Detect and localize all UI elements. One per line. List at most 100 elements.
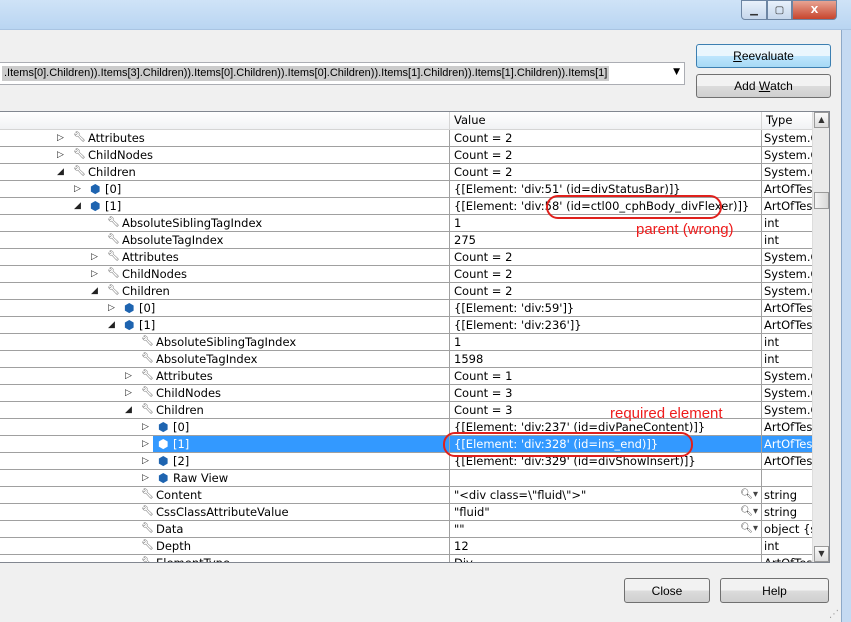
reevaluate-button[interactable]: Reevaluate <box>696 44 831 68</box>
expand-arrow-icon[interactable]: ▷ <box>57 147 64 163</box>
value-cell[interactable]: Count = 3 <box>450 385 762 401</box>
table-row[interactable]: 🔧︎ AbsoluteSiblingTagIndex 1 int <box>0 334 812 351</box>
row-name: AbsoluteSiblingTagIndex <box>122 216 263 230</box>
expand-arrow-icon[interactable]: ▷ <box>142 419 149 435</box>
table-row[interactable]: ◢ 🔧︎Children Count = 2System.C <box>0 283 812 300</box>
window-close-button[interactable]: X <box>792 0 837 20</box>
wrench-property-icon: 🔧︎ <box>73 166 86 177</box>
type-cell: ArtOfTes <box>764 199 812 213</box>
magnifier-visualizer-icon[interactable]: 🔍︎▾ <box>740 487 758 503</box>
header-name[interactable] <box>0 112 450 130</box>
type-cell: string <box>764 505 798 519</box>
value-cell[interactable]: "<div class=\"fluid\">" 🔍︎▾ <box>450 487 762 503</box>
value-cell[interactable]: {[Element: 'div:59']} <box>450 300 762 316</box>
value-cell[interactable]: Count = 2 <box>450 130 762 146</box>
scroll-down-icon[interactable]: ▼ <box>814 546 829 562</box>
resize-grip-icon[interactable]: ⋰ <box>829 609 839 620</box>
type-cell: int <box>764 233 779 247</box>
value-cell[interactable]: Div <box>450 555 762 562</box>
wrench-property-icon: 🔧︎ <box>73 132 86 143</box>
expand-arrow-icon[interactable]: ▷ <box>74 181 81 197</box>
table-row[interactable]: 🔧︎ AbsoluteTagIndex 1598 int <box>0 351 812 368</box>
header-type[interactable]: Type <box>762 112 812 130</box>
collapse-arrow-icon[interactable]: ◢ <box>91 283 98 299</box>
expand-arrow-icon[interactable]: ▷ <box>142 436 149 452</box>
name-cell: ▷ ⬢ [0] <box>0 419 450 435</box>
scroll-thumb[interactable] <box>814 192 829 209</box>
value-cell[interactable]: "fluid" 🔍︎▾ <box>450 504 762 520</box>
expand-arrow-icon[interactable]: ▷ <box>125 385 132 401</box>
table-row[interactable]: 🔧︎ ElementType Div ArtOfTes <box>0 555 812 562</box>
magnifier-visualizer-icon[interactable]: 🔍︎▾ <box>740 521 758 537</box>
value-cell[interactable]: Count = 2 <box>450 249 762 265</box>
help-button[interactable]: Help <box>720 578 829 603</box>
reevaluate-mnemonic: R <box>733 49 742 63</box>
name-cell: ◢ ⬢ [1] <box>0 317 450 333</box>
table-row[interactable]: 🔧︎ Data "" 🔍︎▾ object {s <box>0 521 812 538</box>
expand-arrow-icon[interactable]: ▷ <box>142 453 149 469</box>
name-cell: ▷ 🔧︎ Attributes <box>0 368 450 384</box>
expand-arrow-icon[interactable]: ▷ <box>91 266 98 282</box>
name-cell: 🔧︎ Data <box>0 521 450 537</box>
value-cell[interactable]: Count = 2 <box>450 147 762 163</box>
row-name: [2] <box>173 454 190 468</box>
value-cell[interactable]: Count = 2 <box>450 283 762 299</box>
value-cell[interactable]: Count = 1 <box>450 368 762 384</box>
table-row[interactable]: ◢ 🔧︎Children Count = 2System.C <box>0 164 812 181</box>
row-name: [1] <box>105 199 122 213</box>
maximize-button[interactable]: ▢ <box>767 0 792 20</box>
table-row[interactable]: ▷ 🔧︎Attributes Count = 2System.C <box>0 130 812 147</box>
scroll-up-icon[interactable]: ▲ <box>814 112 829 128</box>
expand-arrow-icon[interactable]: ▷ <box>125 368 132 384</box>
type-cell: ArtOfTes <box>764 454 812 468</box>
collapse-arrow-icon[interactable]: ◢ <box>57 164 64 180</box>
value-cell[interactable]: 12 <box>450 538 762 554</box>
type-cell: ArtOfTes <box>764 420 812 434</box>
object-cube-icon: ⬢ <box>158 420 169 434</box>
annotation-ellipse-parent <box>546 195 722 219</box>
expand-arrow-icon[interactable]: ▷ <box>91 249 98 265</box>
table-row[interactable]: ▷ ⬢ [0] {[Element: 'div:59']} ArtOfTes <box>0 300 812 317</box>
name-cell: ▷ ⬢ [2] <box>0 453 450 469</box>
value-cell[interactable]: "" 🔍︎▾ <box>450 521 762 537</box>
collapse-arrow-icon[interactable]: ◢ <box>74 198 81 214</box>
table-row[interactable]: ◢ ⬢ [1] {[Element: 'div:236']} ArtOfTes <box>0 317 812 334</box>
value-cell[interactable]: Count = 2 <box>450 266 762 282</box>
collapse-arrow-icon[interactable]: ◢ <box>108 317 115 333</box>
object-cube-icon: ⬢ <box>158 454 169 468</box>
table-row[interactable]: ▷ ⬢ Raw View <box>0 470 812 487</box>
table-row[interactable]: 🔧︎ Content "<div class=\"fluid\">" 🔍︎▾ strin… <box>0 487 812 504</box>
add-watch-button[interactable]: Add Watch <box>696 74 831 98</box>
name-cell: 🔧︎ AbsoluteTagIndex <box>0 351 450 367</box>
table-row[interactable]: ▷ 🔧︎ChildNodes Count = 2System.C <box>0 147 812 164</box>
wrench-property-icon: 🔧︎ <box>141 489 154 500</box>
value-cell[interactable]: Count = 2 <box>450 164 762 180</box>
table-row[interactable]: ▷ 🔧︎Attributes Count = 2System.C <box>0 249 812 266</box>
close-button[interactable]: Close <box>624 578 710 603</box>
expand-arrow-icon[interactable]: ▷ <box>57 130 64 146</box>
table-row[interactable]: ▷ 🔧︎Attributes Count = 1System.C <box>0 368 812 385</box>
expression-input[interactable]: .Items[0].Children)).Items[3].Children))… <box>2 66 610 81</box>
object-cube-icon: ⬢ <box>158 437 169 451</box>
value-cell[interactable]: {[Element: 'div:236']} <box>450 317 762 333</box>
magnifier-visualizer-icon[interactable]: 🔍︎▾ <box>740 504 758 520</box>
vertical-scrollbar[interactable]: ▲ ▼ <box>812 112 829 562</box>
table-row[interactable]: 🔧︎ CssClassAttributeValue "fluid" 🔍︎▾ string <box>0 504 812 521</box>
expression-combobox[interactable]: .Items[0].Children)).Items[3].Children))… <box>0 62 685 85</box>
table-row[interactable]: ▷ ⬢ [2] {[Element: 'div:329' (id=divShowIns… <box>0 453 812 470</box>
value-cell[interactable]: 1598 <box>450 351 762 367</box>
header-value[interactable]: Value <box>450 112 762 130</box>
table-row[interactable]: ▷ 🔧︎ChildNodes Count = 2System.C <box>0 266 812 283</box>
expand-arrow-icon[interactable]: ▷ <box>108 300 115 316</box>
table-row[interactable]: ▷ 🔧︎ChildNodes Count = 3System.C <box>0 385 812 402</box>
collapse-arrow-icon[interactable]: ◢ <box>125 402 132 418</box>
table-row[interactable]: 🔧︎ Depth 12 int <box>0 538 812 555</box>
value-cell[interactable] <box>450 470 762 486</box>
dropdown-arrow-icon[interactable]: ▼ <box>673 67 680 77</box>
value-cell[interactable]: 1 <box>450 334 762 350</box>
row-name: Data <box>156 522 184 536</box>
type-cell: int <box>764 216 779 230</box>
expand-arrow-icon[interactable]: ▷ <box>142 470 149 486</box>
type-cell <box>762 470 812 486</box>
minimize-button[interactable]: ▁ <box>741 0 767 20</box>
